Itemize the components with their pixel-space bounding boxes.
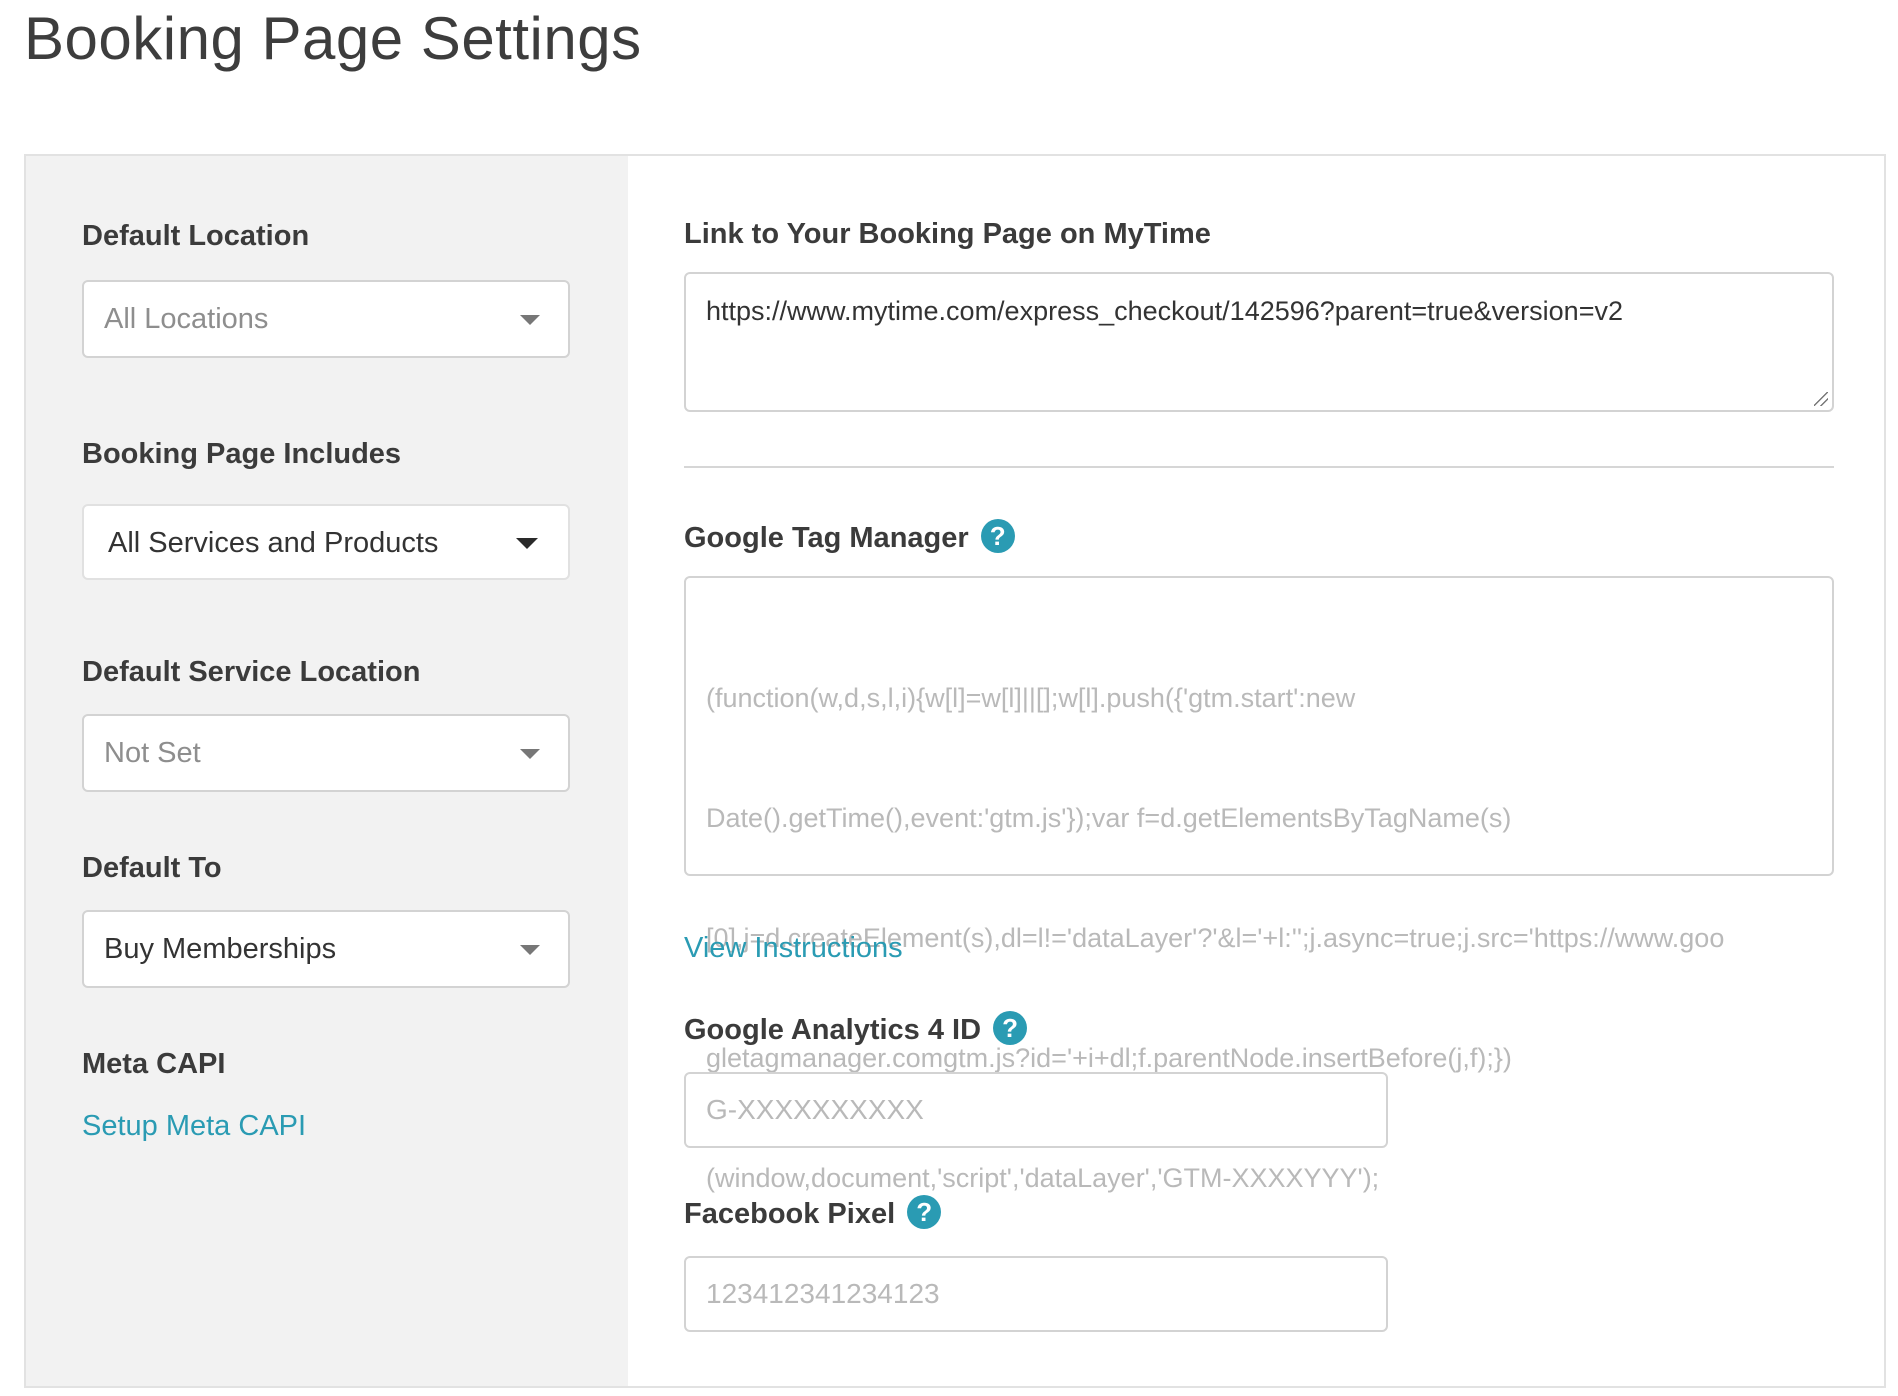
facebook-pixel-label: Facebook Pixel [684,1198,896,1230]
facebook-pixel-label-row: Facebook Pixel? [684,1195,942,1232]
ga4-id-placeholder: G-XXXXXXXXXX [706,1094,924,1125]
booking-page-includes-label: Booking Page Includes [82,438,402,470]
divider [684,466,1834,468]
ga4-label-row: Google Analytics 4 ID? [684,1011,1028,1048]
default-service-location-label: Default Service Location [82,656,421,688]
help-icon[interactable]: ? [907,1195,942,1230]
default-service-location-select[interactable]: Not Set [82,714,570,792]
default-to-label: Default To [82,852,222,884]
default-service-location-value: Not Set [104,737,201,769]
gtm-placeholder-line: (window,document,'script','dataLayer','G… [706,1163,1380,1193]
default-location-value: All Locations [104,303,269,335]
facebook-pixel-placeholder: 123412341234123 [706,1278,940,1309]
gtm-label: Google Tag Manager [684,522,969,554]
default-location-label: Default Location [82,220,310,252]
chevron-down-icon [520,749,540,759]
help-icon[interactable]: ? [993,1011,1028,1046]
gtm-placeholder-line: Date().getTime(),event:'gtm.js'});var f=… [706,803,1512,833]
gtm-label-row: Google Tag Manager? [684,519,1015,556]
chevron-down-icon [520,945,540,955]
view-instructions-link[interactable]: View Instructions [684,932,903,965]
default-to-select[interactable]: Buy Memberships [82,910,570,988]
settings-card: Default Location All Locations Booking P… [24,154,1886,1388]
help-icon[interactable]: ? [980,519,1015,554]
booking-link-textarea[interactable]: https://www.mytime.com/express_checkout/… [684,272,1834,412]
booking-page-includes-value: All Services and Products [108,527,439,559]
default-to-value: Buy Memberships [104,933,337,965]
default-location-select[interactable]: All Locations [82,280,570,358]
gtm-textarea[interactable]: (function(w,d,s,l,i){w[l]=w[l]||[];w[l].… [684,576,1834,1193]
gtm-placeholder-line: (function(w,d,s,l,i){w[l]=w[l]||[];w[l].… [706,683,1356,713]
chevron-down-icon [516,538,538,549]
booking-link-value: https://www.mytime.com/express_checkout/… [706,296,1623,326]
chevron-down-icon [520,315,540,325]
booking-link-label: Link to Your Booking Page on MyTime [684,218,1211,250]
ga4-id-input[interactable]: G-XXXXXXXXXX [684,1072,1388,1148]
booking-page-includes-select[interactable]: All Services and Products [82,504,570,580]
ga4-label: Google Analytics 4 ID [684,1014,982,1046]
resize-grip-icon[interactable] [1814,392,1828,406]
left-panel: Default Location All Locations Booking P… [26,156,628,1386]
page-title: Booking Page Settings [24,5,642,72]
facebook-pixel-input[interactable]: 123412341234123 [684,1256,1388,1332]
right-panel: Link to Your Booking Page on MyTime http… [628,156,1884,1386]
meta-capi-label: Meta CAPI [82,1048,226,1080]
setup-meta-capi-link[interactable]: Setup Meta CAPI [82,1110,306,1143]
